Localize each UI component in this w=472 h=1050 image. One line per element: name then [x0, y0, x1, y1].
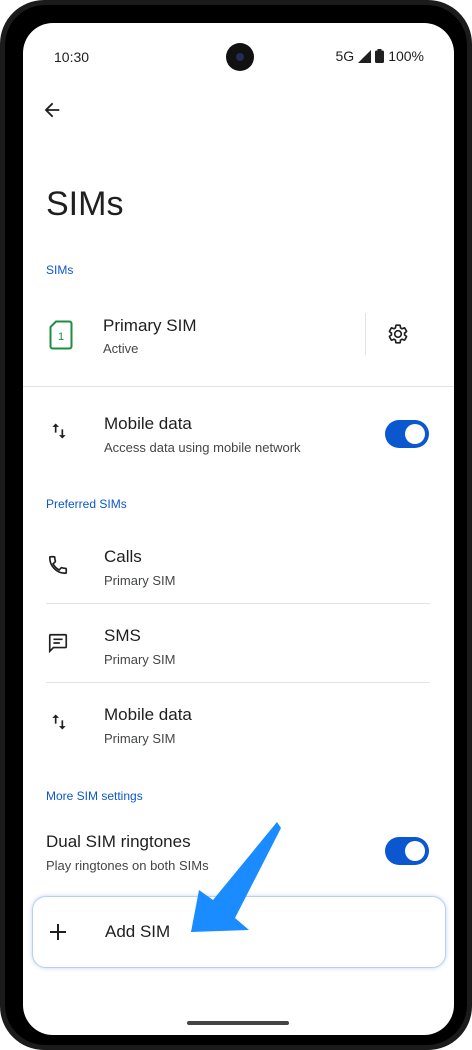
section-divider [23, 386, 454, 387]
gear-icon[interactable] [387, 323, 409, 345]
calls-title: Calls [104, 547, 142, 566]
add-sim-label: Add SIM [105, 922, 171, 941]
sms-subtitle: Primary SIM [104, 652, 176, 667]
sim-card-icon: 1 [49, 320, 73, 350]
row-divider [46, 682, 430, 683]
preferred-mobile-data-subtitle: Primary SIM [104, 731, 176, 746]
sim-slot-number: 1 [58, 331, 64, 343]
signal-icon [358, 49, 372, 63]
section-header-sims: SIMs [46, 263, 74, 277]
vertical-divider [365, 313, 366, 355]
section-header-preferred-sims: Preferred SIMs [46, 497, 127, 511]
data-arrows-icon [52, 714, 66, 730]
preferred-mobile-data-row[interactable]: Mobile data Primary SIM [23, 697, 454, 757]
back-arrow-icon[interactable] [41, 99, 63, 121]
row-divider [46, 603, 430, 604]
camera-cutout [226, 43, 254, 71]
mobile-data-switch[interactable] [385, 420, 429, 448]
status-bar: 10:30 5G 100% [23, 23, 454, 87]
status-right: 5G 100% [336, 48, 425, 64]
calls-subtitle: Primary SIM [104, 573, 176, 588]
switch-knob [405, 841, 425, 861]
plus-icon [50, 924, 66, 940]
primary-sim-subtitle: Active [103, 341, 139, 356]
annotation-arrow-icon [191, 822, 281, 932]
switch-knob [405, 424, 425, 444]
battery-level: 100% [388, 48, 424, 64]
dual-ringtones-title: Dual SIM ringtones [46, 832, 191, 851]
battery-icon [375, 49, 385, 63]
phone-icon [48, 555, 68, 575]
phone-frame: 10:30 5G 100% SIMs SIMs 1 Primary SIM Ac… [0, 0, 472, 1050]
primary-sim-row[interactable]: 1 Primary SIM Active [23, 307, 365, 367]
mobile-data-title: Mobile data [104, 414, 192, 433]
network-type: 5G [335, 48, 355, 64]
mobile-data-subtitle: Access data using mobile network [104, 440, 301, 455]
page-title: SIMs [46, 185, 124, 223]
phone-bezel: 10:30 5G 100% SIMs SIMs 1 Primary SIM Ac… [5, 5, 467, 1045]
status-time: 10:30 [54, 49, 90, 65]
home-indicator[interactable] [187, 1021, 289, 1025]
dual-ringtones-switch[interactable] [385, 837, 429, 865]
sms-title: SMS [104, 626, 141, 645]
message-icon [48, 633, 68, 654]
preferred-mobile-data-title: Mobile data [104, 705, 192, 724]
preferred-sms-row[interactable]: SMS Primary SIM [23, 618, 454, 678]
preferred-calls-row[interactable]: Calls Primary SIM [23, 538, 454, 598]
screen: 10:30 5G 100% SIMs SIMs 1 Primary SIM Ac… [23, 23, 454, 1035]
data-arrows-icon [52, 423, 66, 439]
section-header-more-sim-settings: More SIM settings [46, 789, 143, 803]
primary-sim-title: Primary SIM [103, 316, 197, 335]
